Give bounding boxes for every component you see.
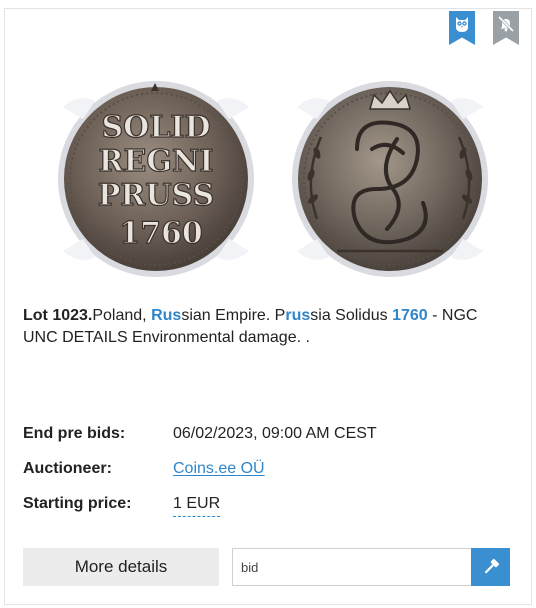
- starting-price-value[interactable]: 1 EUR: [173, 494, 221, 517]
- auctioneer-label: Auctioneer:: [23, 460, 112, 477]
- coin-obverse-image[interactable]: SOLID REGNI PRUSS 1760: [43, 79, 269, 279]
- owl-icon: [456, 17, 468, 32]
- coin-legend-line: 1760: [119, 216, 203, 251]
- starting-price-label: Starting price:: [23, 495, 132, 512]
- search-highlight: Rus: [151, 307, 182, 324]
- coin-legend-line: REGNI: [99, 144, 214, 179]
- auctioneer-link[interactable]: Coins.ee OÜ: [173, 459, 265, 479]
- end-pre-bids-label: End pre bids:: [23, 425, 126, 442]
- lot-description: Poland, Russian Empire. Prussia Solidus …: [23, 307, 477, 346]
- title-text-part: sia Solidus: [310, 307, 393, 324]
- search-highlight: 1760: [392, 307, 428, 324]
- coin-legend-line: PRUSS: [98, 178, 214, 213]
- coin-reverse-image[interactable]: [277, 79, 503, 279]
- search-highlight: rus: [285, 307, 311, 324]
- place-bid-button[interactable]: [471, 548, 510, 586]
- end-pre-bids-value: 06/02/2023, 09:00 AM CEST: [173, 425, 377, 442]
- more-details-button[interactable]: More details: [23, 548, 219, 586]
- title-text-part: sian Empire. P: [181, 307, 286, 324]
- title-text-part: Poland,: [92, 307, 152, 324]
- bid-input[interactable]: [232, 548, 472, 586]
- lot-title[interactable]: Lot 1023.Poland, Russian Empire. Prussia…: [23, 305, 513, 349]
- coin-legend-line: SOLID: [102, 110, 211, 145]
- gavel-icon: [484, 558, 499, 574]
- lot-number: Lot 1023.: [23, 307, 93, 324]
- notify-badge[interactable]: [493, 11, 519, 45]
- bell-off-icon: [497, 15, 515, 33]
- watch-badge[interactable]: [449, 11, 475, 45]
